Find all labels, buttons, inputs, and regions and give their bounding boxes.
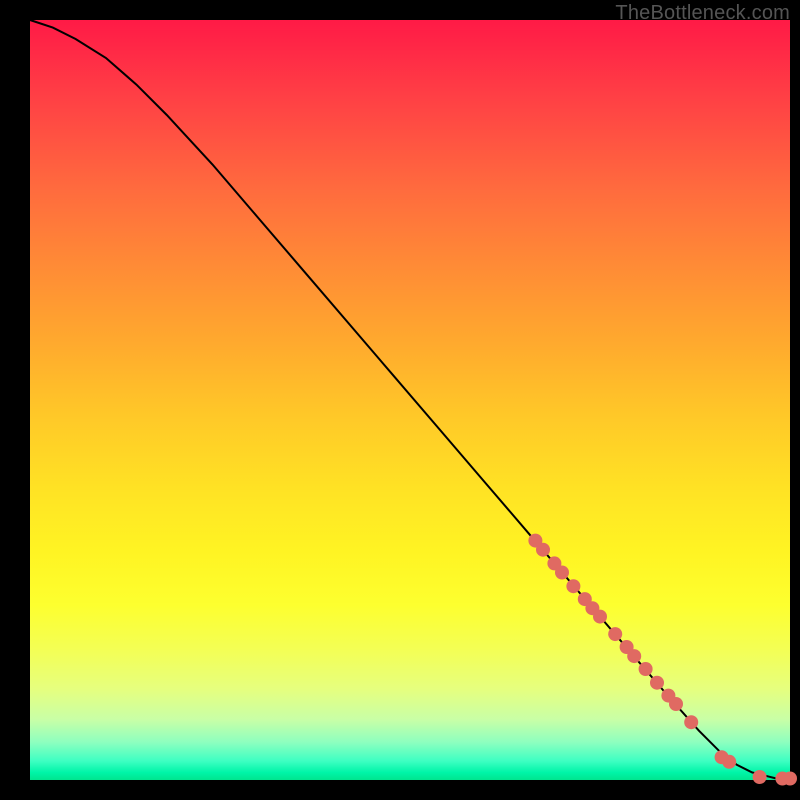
scatter-point: [783, 772, 797, 786]
scatter-point: [722, 755, 736, 769]
scatter-point: [593, 610, 607, 624]
scatter-point: [566, 579, 580, 593]
scatter-point: [536, 543, 550, 557]
scatter-point: [650, 676, 664, 690]
chart-overlay: [0, 0, 800, 800]
chart-stage: TheBottleneck.com: [0, 0, 800, 800]
scatter-point: [639, 662, 653, 676]
bottleneck-curve: [30, 20, 790, 779]
scatter-point: [684, 715, 698, 729]
scatter-point: [669, 697, 683, 711]
scatter-point: [627, 649, 641, 663]
scatter-point: [608, 627, 622, 641]
scatter-point: [753, 770, 767, 784]
scatter-points: [528, 534, 797, 786]
scatter-point: [555, 566, 569, 580]
